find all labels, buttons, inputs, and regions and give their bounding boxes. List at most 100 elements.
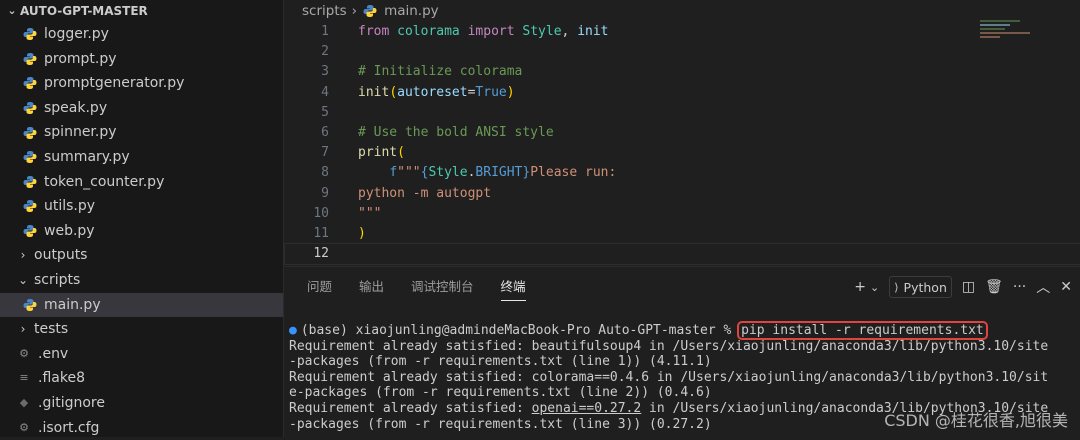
code-token: ( — [389, 85, 397, 100]
line-number: 9 — [285, 184, 358, 204]
terminal-prompt: (base) xiaojunling@admindeMacBook-Pro Au… — [301, 323, 739, 338]
add-terminal-icon[interactable]: + — [854, 279, 866, 295]
explorer-sidebar: ⌄ AUTO-GPT-MASTER logger.pyprompt.pyprom… — [0, 0, 284, 437]
close-icon[interactable]: ✕ — [1060, 279, 1072, 295]
line-text: from colorama import Style, init — [358, 22, 609, 42]
file-promptgenerator-py[interactable]: promptgenerator.py — [0, 71, 283, 96]
code-token: BRIGHT — [475, 165, 522, 180]
code-line[interactable]: 3# Initialize colorama — [285, 62, 1080, 82]
terminal-prompt-line: ● (base) xiaojunling@admindeMacBook-Pro A… — [289, 323, 1072, 339]
code-token: ( — [397, 145, 405, 160]
tree-item-label: .gitignore — [38, 391, 105, 416]
breadcrumb-folder[interactable]: scripts — [302, 0, 347, 22]
code-line[interactable]: 4init(autoreset=True) — [285, 83, 1080, 103]
tree-item-label: logger.py — [44, 22, 109, 47]
tree-item-label: utils.py — [44, 194, 95, 219]
line-number: 2 — [285, 42, 358, 62]
file--gitignore[interactable]: ◆.gitignore — [0, 391, 283, 416]
gear-icon: ⚙ — [16, 420, 32, 436]
watermark: CSDN @桂花很香,旭很美 — [884, 407, 1068, 431]
file-logger-py[interactable]: logger.py — [0, 22, 283, 47]
file-prompt-py[interactable]: prompt.py — [0, 47, 283, 72]
code-line[interactable]: 6# Use the bold ANSI style — [285, 123, 1080, 143]
minimap[interactable] — [980, 18, 1040, 48]
line-number: 12 — [285, 244, 358, 264]
code-line[interactable]: 11) — [285, 224, 1080, 244]
terminal-type-label: Python — [904, 280, 947, 295]
tree-item-label: prompt.py — [44, 47, 117, 72]
code-token: colorama — [397, 24, 467, 39]
folder-tests[interactable]: ›tests — [0, 317, 283, 342]
gear-icon: ⚙ — [16, 346, 32, 362]
code-token: autoreset — [397, 85, 467, 100]
line-number: 6 — [285, 123, 358, 143]
chevron-right-icon: › — [352, 0, 357, 22]
file--env[interactable]: ⚙ .env — [0, 342, 283, 367]
panel-tab[interactable]: 输出 — [359, 267, 384, 307]
file-summary-py[interactable]: summary.py — [0, 145, 283, 170]
code-line[interactable]: 5 — [285, 103, 1080, 123]
code-line[interactable]: 9python -m autogpt — [285, 184, 1080, 204]
code-line[interactable]: 12 — [285, 244, 1080, 264]
file-web-py[interactable]: web.py — [0, 219, 283, 244]
python-file-icon — [22, 125, 38, 141]
panel-tab[interactable]: 问题 — [307, 267, 332, 307]
tree-item-label: .flake8 — [38, 366, 85, 391]
file-main-py[interactable]: main.py — [0, 293, 283, 318]
panel-tab[interactable]: 调试控制台 — [411, 267, 474, 307]
file-speak-py[interactable]: speak.py — [0, 96, 283, 121]
folder-scripts[interactable]: ⌄scripts — [0, 268, 283, 293]
code-token: init — [358, 85, 389, 100]
code-line[interactable]: 7print( — [285, 143, 1080, 163]
file-spinner-py[interactable]: spinner.py — [0, 120, 283, 145]
tree-item-label: promptgenerator.py — [44, 71, 184, 96]
line-number: 5 — [285, 103, 358, 123]
chevron-right-icon: › — [16, 243, 30, 268]
panel-tab[interactable]: 终端 — [501, 267, 526, 307]
code-token: import — [468, 24, 523, 39]
folder-outputs[interactable]: ›outputs — [0, 243, 283, 268]
file-utils-py[interactable]: utils.py — [0, 194, 283, 219]
file-tree: logger.pyprompt.pypromptgenerator.pyspea… — [0, 22, 283, 440]
code-token: ) — [507, 85, 515, 100]
python-file-icon — [362, 3, 378, 19]
line-text: ) — [358, 224, 366, 244]
code-line[interactable]: 10""" — [285, 204, 1080, 224]
python-file-icon — [22, 100, 38, 116]
terminal-text: Requirement already satisfied: — [289, 401, 532, 416]
python-file-icon — [22, 51, 38, 67]
line-text: # Initialize colorama — [358, 62, 522, 82]
code-token: Style — [522, 24, 561, 39]
tree-item-label: summary.py — [44, 145, 130, 170]
python-file-icon — [22, 223, 38, 239]
line-text: init(autoreset=True) — [358, 83, 515, 103]
line-text: """ — [358, 204, 381, 224]
more-actions-icon[interactable]: ··· — [1013, 279, 1026, 295]
tree-item-label: .env — [38, 342, 68, 367]
code-line[interactable]: 8 f"""{Style.BRIGHT}Please run: — [285, 163, 1080, 183]
package-link[interactable]: openai==0.27.2 — [532, 401, 642, 416]
chevron-up-icon[interactable]: ︿ — [1036, 277, 1050, 297]
code-token: # Use the bold ANSI style — [358, 125, 554, 140]
status-dot-icon: ● — [289, 323, 297, 338]
line-number: 1 — [285, 22, 358, 42]
code-line[interactable]: 1from colorama import Style, init — [285, 22, 1080, 42]
split-terminal-icon[interactable]: ◫ — [962, 279, 975, 295]
file--flake8[interactable]: ≡.flake8 — [0, 366, 283, 391]
terminal-icon: ⟩ — [894, 281, 898, 294]
code-token: , — [562, 24, 578, 39]
file--isort-cfg[interactable]: ⚙.isort.cfg — [0, 416, 283, 440]
line-number: 3 — [285, 62, 358, 82]
chevron-down-icon[interactable]: ⌄ — [870, 281, 879, 294]
tree-item-label: scripts — [34, 268, 80, 293]
code-line[interactable]: 2 — [285, 42, 1080, 62]
code-view[interactable]: 1from colorama import Style, init23# Ini… — [285, 22, 1080, 264]
trash-icon[interactable]: 🗑 — [985, 279, 1003, 295]
line-text: python -m autogpt — [358, 184, 491, 204]
explorer-root-header[interactable]: ⌄ AUTO-GPT-MASTER — [0, 0, 283, 22]
panel-toolbar: + ⌄ ⟩ Python ◫ 🗑 ··· ︿ ✕ — [844, 267, 1072, 307]
file-token_counter-py[interactable]: token_counter.py — [0, 170, 283, 195]
terminal-selector[interactable]: ⟩ Python — [889, 276, 952, 298]
code-token: init — [577, 24, 608, 39]
breadcrumb-file[interactable]: main.py — [384, 0, 439, 22]
